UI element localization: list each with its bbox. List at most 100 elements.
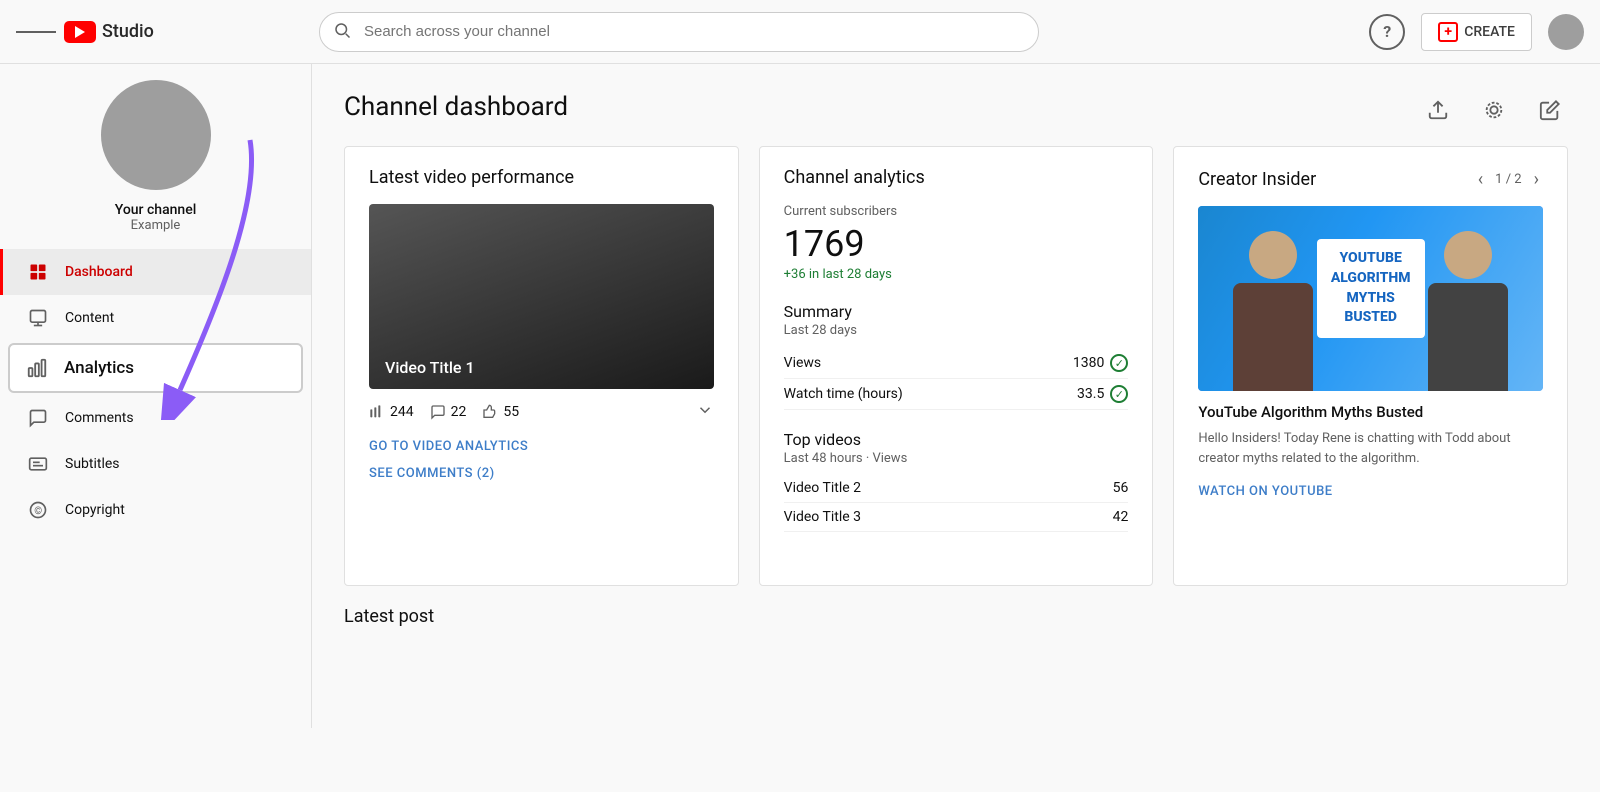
watch-time-label: Watch time (hours) (784, 386, 903, 402)
create-button[interactable]: CREATE (1421, 13, 1532, 51)
likes-value: 55 (503, 404, 519, 420)
views-label: Views (784, 355, 822, 371)
top-video-1: Video Title 2 56 (784, 474, 1129, 503)
sidebar-channel-name: Your channel (115, 202, 197, 218)
top-video-2-title: Video Title 3 (784, 509, 861, 525)
comments-stat: 22 (430, 404, 467, 420)
edit-icon[interactable] (1532, 92, 1568, 128)
top-videos-sub: Last 48 hours · Views (784, 451, 1129, 466)
top-video-1-title: Video Title 2 (784, 480, 861, 496)
top-videos-section: Top videos Last 48 hours · Views Video T… (784, 430, 1129, 532)
sidebar-item-dashboard[interactable]: Dashboard (0, 249, 311, 295)
watch-on-youtube-link[interactable]: WATCH ON YOUTUBE (1198, 484, 1332, 499)
creator-pagination: 1 / 2 (1495, 172, 1521, 187)
youtube-icon (64, 21, 96, 43)
likes-stat: 55 (482, 404, 519, 420)
live-icon[interactable] (1476, 92, 1512, 128)
watch-time-row: Watch time (hours) 33.5 ✓ (784, 379, 1129, 410)
sidebar: Your channel Example Dashboard C (0, 64, 312, 728)
views-stat: 244 (369, 404, 414, 420)
creator-video-title: YouTube Algorithm Myths Busted (1198, 403, 1543, 421)
top-video-2: Video Title 3 42 (784, 503, 1129, 532)
channel-analytics-card: Channel analytics Current subscribers 17… (759, 146, 1154, 586)
creator-nav: ‹ 1 / 2 › (1474, 167, 1543, 192)
sidebar-avatar (101, 80, 211, 190)
go-to-video-analytics-link[interactable]: GO TO VIDEO ANALYTICS (369, 439, 714, 454)
top-video-1-views: 56 (1113, 480, 1129, 496)
latest-post-section: Latest post (344, 606, 1568, 627)
content-icon (27, 307, 49, 329)
create-icon (1438, 22, 1458, 42)
upload-icon[interactable] (1420, 92, 1456, 128)
video-thumbnail: Video Title 1 (369, 204, 714, 389)
subscribers-section: Current subscribers 1769 +36 in last 28 … (784, 204, 1129, 282)
top-icons (1420, 92, 1568, 128)
thumb-badge-line3: MYTHS (1331, 289, 1411, 309)
creator-prev-button[interactable]: ‹ (1474, 167, 1487, 192)
main-content: Channel dashboard (312, 64, 1600, 728)
subscribers-label: Current subscribers (784, 204, 1129, 219)
top-videos-title: Top videos (784, 430, 1129, 449)
analytics-icon (26, 357, 48, 379)
copyright-icon: © (27, 499, 49, 521)
search-bar (319, 12, 1039, 52)
studio-logo: Studio (64, 21, 154, 43)
sidebar-nav: Dashboard Content (0, 249, 311, 533)
sidebar-item-analytics[interactable]: Analytics (8, 343, 303, 393)
views-row: Views 1380 ✓ (784, 348, 1129, 379)
svg-text:©: © (34, 505, 42, 517)
search-input[interactable] (319, 12, 1039, 52)
sidebar-item-label-analytics: Analytics (64, 358, 134, 378)
views-icon (369, 404, 385, 420)
sidebar-item-label-subtitles: Subtitles (65, 456, 120, 472)
latest-video-title: Latest video performance (369, 167, 714, 188)
creator-next-button[interactable]: › (1530, 167, 1543, 192)
latest-video-card: Latest video performance Video Title 1 2… (344, 146, 739, 586)
search-icon (333, 21, 351, 43)
user-avatar[interactable] (1548, 14, 1584, 50)
summary-sub: Last 28 days (784, 323, 1129, 338)
top-nav: Studio ? CREATE (0, 0, 1600, 64)
views-val: 1380 ✓ (1073, 354, 1128, 372)
summary-title: Summary (784, 302, 1129, 321)
channel-analytics-title: Channel analytics (784, 167, 1129, 188)
sidebar-item-label-comments: Comments (65, 410, 134, 426)
subtitles-icon (27, 453, 49, 475)
cards-row: Latest video performance Video Title 1 2… (344, 146, 1568, 586)
video-title-overlay: Video Title 1 (385, 358, 475, 377)
hamburger-menu[interactable] (16, 12, 56, 52)
expand-button[interactable] (696, 401, 714, 423)
thumb-badge-line1: YOUTUBE (1331, 249, 1411, 269)
sidebar-item-comments[interactable]: Comments (0, 395, 311, 441)
video-stats: 244 22 55 (369, 401, 714, 423)
views-value: 244 (390, 404, 414, 420)
summary-section: Summary Last 28 days Views 1380 ✓ Watch … (784, 302, 1129, 410)
creator-insider-title: Creator Insider (1198, 169, 1316, 190)
sidebar-item-copyright[interactable]: © Copyright (0, 487, 311, 533)
studio-label: Studio (102, 21, 154, 42)
comments-value: 22 (451, 404, 467, 420)
comments-stat-icon (430, 404, 446, 420)
dashboard-icon (27, 261, 49, 283)
layout: Your channel Example Dashboard C (0, 64, 1600, 728)
see-comments-link[interactable]: SEE COMMENTS (2) (369, 466, 714, 481)
watch-time-val: 33.5 ✓ (1077, 385, 1128, 403)
sidebar-item-subtitles[interactable]: Subtitles (0, 441, 311, 487)
help-button[interactable]: ? (1369, 14, 1405, 50)
sidebar-channel-sub: Example (131, 218, 181, 233)
creator-thumbnail: YOUTUBE ALGORITHM MYTHS BUSTED (1198, 206, 1543, 391)
likes-icon (482, 404, 498, 420)
comments-icon (27, 407, 49, 429)
watch-time-number: 33.5 (1077, 386, 1104, 402)
sidebar-item-content[interactable]: Content (0, 295, 311, 341)
sidebar-item-label-copyright: Copyright (65, 502, 125, 518)
nav-right: ? CREATE (1369, 13, 1584, 51)
creator-description: Hello Insiders! Today Rene is chatting w… (1198, 429, 1543, 468)
sidebar-item-label-dashboard: Dashboard (65, 264, 133, 280)
creator-insider-card: Creator Insider ‹ 1 / 2 › (1173, 146, 1568, 586)
subscribers-count: 1769 (784, 223, 1129, 265)
watch-time-check-icon: ✓ (1110, 385, 1128, 403)
page-title: Channel dashboard (344, 92, 1568, 122)
thumb-badge-line4: BUSTED (1331, 308, 1411, 328)
views-number: 1380 (1073, 355, 1104, 371)
